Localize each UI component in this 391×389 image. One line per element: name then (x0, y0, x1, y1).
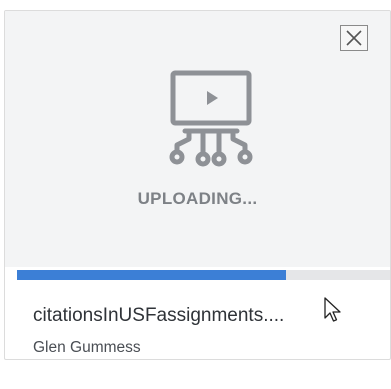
upload-progress-fill (17, 270, 286, 280)
page-background: UPLOADING... citationsInUSFassignments..… (0, 0, 391, 389)
upload-progress-bar (17, 270, 390, 280)
upload-preview-area: UPLOADING... (5, 11, 390, 267)
mouse-pointer-icon (324, 297, 341, 322)
owner-name: Glen Gummess (33, 339, 141, 356)
upload-status-text: UPLOADING... (137, 189, 258, 208)
close-icon (346, 30, 362, 46)
video-file-icon (169, 70, 253, 167)
close-button[interactable] (340, 25, 368, 51)
